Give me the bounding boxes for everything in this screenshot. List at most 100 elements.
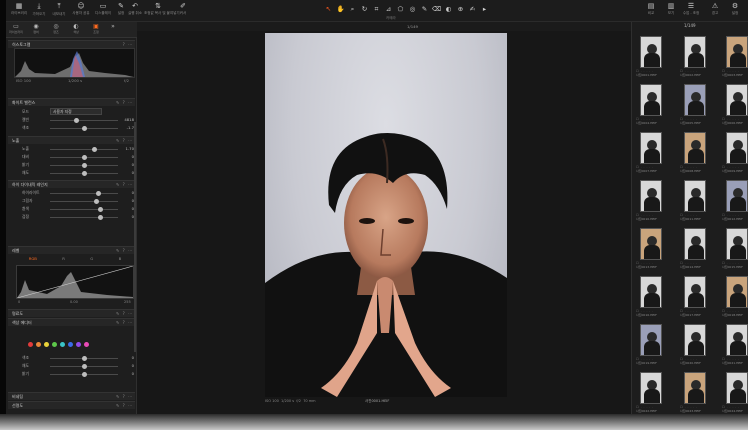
tint-knob[interactable]: [82, 125, 87, 131]
thumbnail[interactable]: [640, 84, 662, 116]
thumbnail[interactable]: [640, 180, 662, 212]
swatch-cyan[interactable]: [60, 342, 65, 347]
thumbnail[interactable]: [684, 372, 706, 404]
thumbnail[interactable]: [684, 180, 706, 212]
thumbnail[interactable]: [640, 276, 662, 308]
thumbnail[interactable]: [684, 132, 706, 164]
clarity-header[interactable]: 명료도 ✎ ? ⋯: [8, 309, 135, 317]
compare-button[interactable]: ▤ 비교: [642, 2, 660, 20]
eraser-icon[interactable]: ⌫: [432, 5, 441, 14]
saturation-knob[interactable]: [82, 170, 87, 176]
tab-more[interactable]: »: [106, 22, 120, 38]
thumbnail[interactable]: [640, 228, 662, 260]
exposure-knob[interactable]: [92, 146, 97, 152]
tab-rgb[interactable]: RGB: [29, 256, 37, 262]
kelvin-knob[interactable]: [74, 117, 79, 123]
thumbnail[interactable]: [726, 372, 748, 404]
panel-controls-icon[interactable]: ✎ ? ⋯: [116, 393, 133, 401]
ce-hue-knob[interactable]: [82, 355, 87, 361]
kelvin-slider[interactable]: [50, 119, 118, 121]
tab-adjust[interactable]: ▣ 조정: [86, 22, 106, 38]
undo-button[interactable]: ↶ 실행 취소: [126, 2, 144, 20]
shadows-slider[interactable]: [50, 200, 118, 202]
crop-icon[interactable]: ⌗: [372, 5, 381, 14]
rotate-icon[interactable]: ↻: [360, 5, 369, 14]
adjust-button[interactable]: ☰ 수업 ‐ 조정: [682, 2, 700, 20]
tab-red[interactable]: R: [62, 256, 65, 262]
thumbnail[interactable]: [684, 276, 706, 308]
panel-controls-icon[interactable]: ✎ ? ⋯: [116, 402, 133, 410]
thumbnail[interactable]: [726, 180, 748, 212]
highlights-slider[interactable]: [50, 192, 118, 194]
swatch-orange[interactable]: [36, 342, 41, 347]
swatch-magenta[interactable]: [84, 342, 89, 347]
whites-knob[interactable]: [98, 206, 103, 212]
thumbnail[interactable]: [640, 132, 662, 164]
thumbnail[interactable]: [640, 324, 662, 356]
thumbnail[interactable]: [726, 228, 748, 260]
highlights-knob[interactable]: [96, 190, 101, 196]
shadows-knob[interactable]: [94, 198, 99, 204]
swatch-yellow[interactable]: [44, 342, 49, 347]
gradient-icon[interactable]: ◐: [444, 5, 453, 14]
exposure-slider[interactable]: [50, 148, 118, 150]
tab-lens[interactable]: ◎ 렌즈: [46, 22, 66, 38]
blacks-knob[interactable]: [98, 214, 103, 220]
ce-lightness-knob[interactable]: [82, 371, 87, 377]
keystone-icon[interactable]: ⬠: [396, 5, 405, 14]
levels-white[interactable]: 255: [124, 300, 131, 304]
blacks-slider[interactable]: [50, 216, 118, 218]
brush-tool-icon[interactable]: ✎: [420, 5, 429, 14]
contrast-knob[interactable]: [82, 154, 87, 160]
library-button[interactable]: ▦ 라이브러리: [10, 2, 28, 20]
thumbnail[interactable]: [640, 372, 662, 404]
thumbnail[interactable]: [726, 132, 748, 164]
pan-icon[interactable]: ✋: [336, 5, 345, 14]
zoom-icon[interactable]: ⌕: [348, 5, 357, 14]
exposure-header[interactable]: 노출 ✎ ? ⋯: [8, 136, 135, 144]
panel-controls-icon[interactable]: ✎ ? ⋯: [116, 319, 133, 327]
panel-controls-icon[interactable]: ✎ ? ⋯: [116, 247, 133, 255]
tab-green[interactable]: G: [90, 256, 93, 262]
wb-mode-select[interactable]: 사용자 지정: [50, 108, 102, 115]
vignette-header[interactable]: 비네팅 ✎ ? ⋯: [8, 392, 135, 400]
levels-black[interactable]: 0: [18, 300, 20, 304]
straighten-icon[interactable]: ⊿: [384, 5, 393, 14]
thumbnail[interactable]: [684, 324, 706, 356]
main-photo[interactable]: [265, 33, 507, 397]
share-button[interactable]: ☺ 사용자 공유: [72, 2, 90, 20]
levels-header[interactable]: 레벨 ✎ ? ⋯: [8, 246, 135, 254]
annotate-icon[interactable]: ✍: [468, 5, 477, 14]
swatch-red[interactable]: [28, 342, 33, 347]
select-arrow-icon[interactable]: ↖: [324, 5, 333, 14]
view-button[interactable]: ▥ 보기: [662, 2, 680, 20]
more-icon[interactable]: ▸: [480, 5, 489, 14]
panel-controls-icon[interactable]: ✎ ? ⋯: [116, 99, 133, 107]
thumbnail[interactable]: [726, 84, 748, 116]
brightness-knob[interactable]: [82, 162, 87, 168]
import-button[interactable]: ⤓ 가져오기: [30, 2, 48, 20]
color-editor-header[interactable]: 색상 에디터 ✎ ? ⋯: [8, 318, 135, 326]
thumbnail[interactable]: [726, 36, 748, 68]
tab-capture[interactable]: ◉ 캡처: [26, 22, 46, 38]
thumbnail[interactable]: [640, 36, 662, 68]
export-button[interactable]: ⤒ 내보내기: [50, 2, 68, 20]
swatch-green[interactable]: [52, 342, 57, 347]
swatch-blue[interactable]: [68, 342, 73, 347]
tab-library[interactable]: ▭ 라이브러리: [6, 22, 26, 38]
hdr-header[interactable]: 하이 다이내믹 레인지 ✎ ? ⋯: [8, 180, 135, 188]
ce-saturation-knob[interactable]: [82, 363, 87, 369]
picker-icon[interactable]: ⊕: [456, 5, 465, 14]
sharpen-header[interactable]: 선명도 ✎ ? ⋯: [8, 401, 135, 409]
settings-button[interactable]: ⚙ 설정: [726, 2, 744, 20]
panel-scrollbar[interactable]: [134, 122, 136, 352]
spot-icon[interactable]: ◎: [408, 5, 417, 14]
thumbnail[interactable]: [684, 228, 706, 260]
histogram-header[interactable]: 히스토그램? ⋯: [8, 40, 135, 48]
display-button[interactable]: ▭ 디스플레이: [94, 2, 112, 20]
swatch-purple[interactable]: [76, 342, 81, 347]
cursor-button[interactable]: ✐ 커서: [174, 2, 192, 20]
thumbnail[interactable]: [684, 36, 706, 68]
thumbnail[interactable]: [726, 324, 748, 356]
panel-controls-icon[interactable]: ✎ ? ⋯: [116, 137, 133, 145]
